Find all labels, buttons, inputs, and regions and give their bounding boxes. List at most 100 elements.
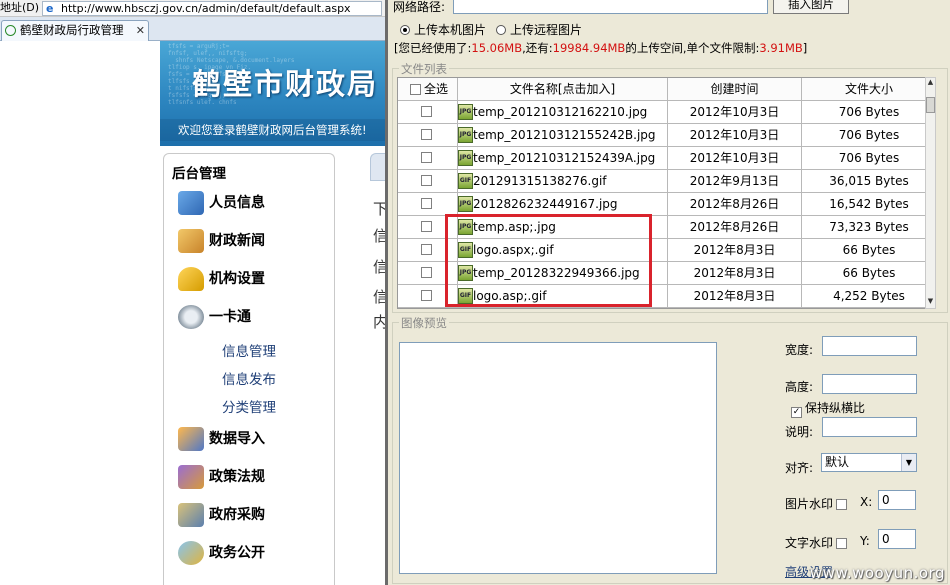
file-size-cell: 4,252 Bytes — [833, 289, 905, 303]
filename-cell[interactable]: JPG temp_201210312162210.jpg — [458, 101, 668, 124]
select-all-header[interactable]: 全选 — [398, 78, 458, 101]
row-select-cell[interactable] — [398, 193, 458, 216]
sidebar-item-news[interactable]: 财政新闻 — [178, 227, 265, 255]
sidebar-item-label: 机构设置 — [209, 271, 265, 287]
text-watermark-checkbox[interactable] — [836, 538, 848, 549]
table-row[interactable]: GIF 201291315138276.gif 2012年9月13日 36,015 B… — [398, 170, 934, 193]
row-checkbox[interactable] — [421, 129, 432, 140]
select-all-label: 全选 — [424, 82, 449, 96]
table-row[interactable]: JPG temp_201210312162210.jpg 2012年10月3日 706… — [398, 101, 934, 124]
close-icon[interactable]: ✕ — [136, 21, 145, 40]
desc-input[interactable] — [822, 417, 917, 437]
sidebar-item-label: 数据导入 — [209, 431, 265, 447]
sidebar-subitem-info-publish[interactable]: 信息发布 — [222, 368, 276, 388]
file-size-cell: 706 Bytes — [838, 105, 900, 119]
image-watermark-option[interactable]: 图片水印 — [785, 495, 850, 512]
created-date-cell: 2012年8月26日 — [668, 193, 802, 216]
x-input[interactable]: 0 — [878, 490, 916, 510]
filename-header[interactable]: 文件名称[点击加入] — [458, 78, 668, 101]
row-checkbox[interactable] — [421, 290, 432, 301]
height-input[interactable] — [822, 374, 917, 394]
scroll-thumb[interactable] — [926, 97, 935, 113]
usage-limit: 3.91MB — [759, 41, 803, 55]
radio-upload-local[interactable]: 上传本机图片 — [400, 21, 486, 38]
sidebar-subitem-info-manage[interactable]: 信息管理 — [222, 340, 276, 360]
sidebar-item-card[interactable]: 一卡通 — [178, 303, 251, 331]
row-select-cell[interactable] — [398, 147, 458, 170]
filename-text: 2012826232449167.jpg — [473, 197, 618, 211]
radio-upload-remote[interactable]: 上传远程图片 — [496, 21, 582, 38]
row-checkbox[interactable] — [421, 267, 432, 278]
usage-mid2: 的上传空间,单个文件限制: — [625, 41, 760, 55]
usage-suffix: ] — [802, 41, 808, 55]
row-checkbox[interactable] — [421, 244, 432, 255]
insert-image-button[interactable]: 插入图片 — [773, 0, 849, 14]
select-all-checkbox[interactable] — [410, 84, 421, 95]
image-watermark-label: 图片水印 — [785, 497, 834, 511]
align-select[interactable]: 默认 ▼ — [821, 453, 917, 472]
usage-used: 15.06MB — [471, 41, 523, 55]
table-row[interactable]: JPG temp_201210312155242B.jpg 2012年10月3日 70… — [398, 124, 934, 147]
keep-ratio-option[interactable]: ✓ 保持纵横比 — [788, 399, 865, 418]
text-watermark-option[interactable]: 文字水印 — [785, 534, 850, 551]
row-select-cell[interactable] — [398, 101, 458, 124]
row-checkbox[interactable] — [421, 152, 432, 163]
image-watermark-checkbox[interactable] — [836, 499, 848, 510]
admin-sidebar: 后台管理 人员信息 财政新闻 机构设置 一卡通 信息管理 信息发布 分类管理 数… — [163, 153, 335, 585]
lock-icon — [178, 267, 204, 291]
row-checkbox[interactable] — [421, 221, 432, 232]
sidebar-item-data-import[interactable]: 数据导入 — [178, 425, 265, 453]
content-tab[interactable] — [370, 153, 385, 181]
sidebar-item-procurement[interactable]: 政府采购 — [178, 501, 265, 529]
row-select-cell[interactable] — [398, 170, 458, 193]
filename-text: 201291315138276.gif — [473, 174, 607, 188]
sidebar-item-staff[interactable]: 人员信息 — [178, 189, 265, 217]
filename-cell[interactable]: JPG temp_201210312155242B.jpg — [458, 124, 668, 147]
file-size-cell: 706 Bytes — [838, 128, 900, 142]
filename-cell[interactable]: JPG temp_201210312152439A.jpg — [458, 147, 668, 170]
sidebar-item-policy[interactable]: 政策法规 — [178, 463, 265, 491]
created-date-cell: 2012年10月3日 — [668, 101, 802, 124]
url-text: http://www.hbsczj.gov.cn/admin/default/d… — [61, 2, 351, 15]
table-header: 全选 文件名称[点击加入] 创建时间 文件大小 — [398, 78, 934, 101]
file-size-cell: 706 Bytes — [838, 151, 900, 165]
sidebar-item-organization[interactable]: 机构设置 — [178, 265, 265, 293]
scroll-down-icon[interactable]: ▼ — [926, 297, 935, 308]
file-list-scrollbar[interactable]: ▲ ▼ — [925, 77, 936, 309]
size-header: 文件大小 — [844, 82, 893, 96]
chevron-down-icon[interactable]: ▼ — [901, 454, 916, 471]
row-select-cell[interactable] — [398, 124, 458, 147]
sidebar-item-public-affairs[interactable]: 政务公开 — [178, 539, 265, 567]
filename-cell[interactable]: JPG 2012826232449167.jpg — [458, 193, 668, 216]
row-checkbox[interactable] — [421, 106, 432, 117]
filename-cell[interactable]: GIF 201291315138276.gif — [458, 170, 668, 193]
created-date-cell: 2012年8月26日 — [668, 216, 802, 239]
keep-ratio-checkbox[interactable]: ✓ — [791, 407, 802, 418]
tab-title: 鹤壁财政局行政管理 — [20, 23, 124, 37]
filename-text: temp_201210312152439A.jpg — [473, 151, 656, 165]
address-label: 地址(D) — [0, 1, 40, 14]
y-input[interactable]: 0 — [878, 529, 916, 549]
row-checkbox[interactable] — [421, 175, 432, 186]
browser-tab[interactable]: 鹤壁财政局行政管理 ✕ — [1, 20, 149, 41]
net-path-input[interactable] — [453, 0, 768, 14]
created-date-cell: 2012年8月3日 — [668, 262, 802, 285]
usage-prefix: [您已经使用了: — [394, 41, 472, 55]
row-checkbox[interactable] — [421, 198, 432, 209]
banner-title: 鹤壁市财政局 — [192, 67, 379, 101]
ie-icon: e — [46, 2, 54, 15]
url-input[interactable]: e http://www.hbsczj.gov.cn/admin/default… — [42, 1, 382, 16]
radio-label: 上传远程图片 — [510, 23, 583, 37]
table-row[interactable]: JPG 2012826232449167.jpg 2012年8月26日 16,542 … — [398, 193, 934, 216]
table-row[interactable]: JPG temp_201210312152439A.jpg 2012年10月3日 70… — [398, 147, 934, 170]
width-input[interactable] — [822, 336, 917, 356]
scroll-up-icon[interactable]: ▲ — [926, 78, 935, 89]
width-label: 宽度: — [785, 343, 814, 357]
image-preview-area — [399, 342, 717, 574]
align-value: 默认 — [825, 455, 850, 469]
file-size-cell: 66 Bytes — [842, 243, 896, 257]
sidebar-subitem-category-manage[interactable]: 分类管理 — [222, 396, 276, 416]
file-size-cell: 66 Bytes — [842, 266, 896, 280]
radio-selected-icon — [400, 25, 410, 35]
height-label: 高度: — [785, 380, 814, 394]
